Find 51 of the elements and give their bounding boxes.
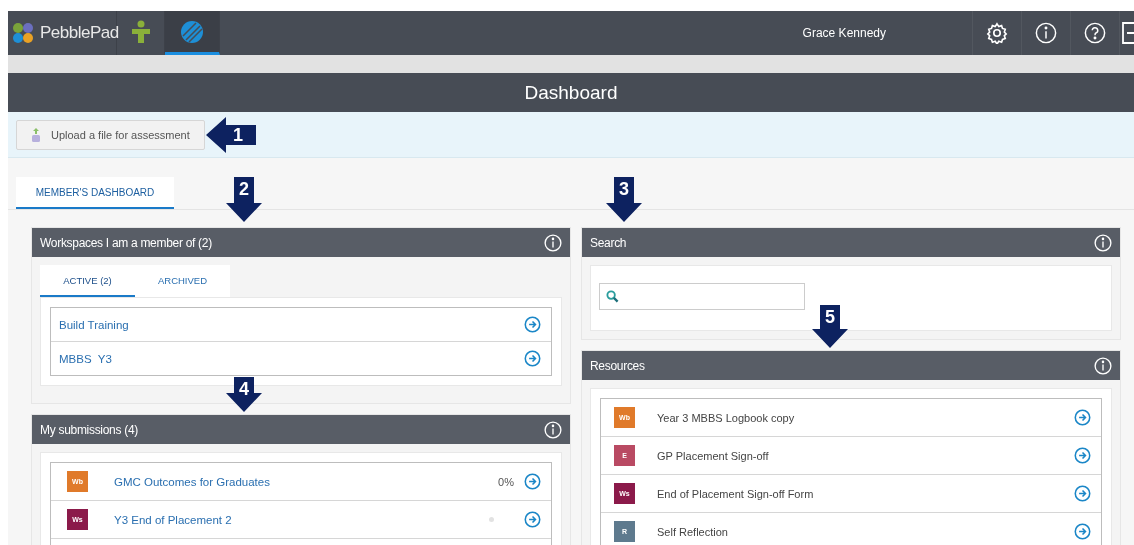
callout-arrow: 1 xyxy=(206,117,256,153)
info-icon[interactable] xyxy=(544,420,562,439)
info-icon[interactable] xyxy=(544,233,562,252)
callout-arrow: 4 xyxy=(226,377,262,412)
arrow-circle-icon[interactable] xyxy=(524,511,541,528)
arrow-circle-icon[interactable] xyxy=(1074,409,1091,426)
info-icon[interactable] xyxy=(1094,356,1112,375)
status-dot xyxy=(489,517,494,522)
progress-percent: 0% xyxy=(498,475,514,488)
panel-title: Workspaces I am a member of (2) xyxy=(40,235,212,250)
callout-arrow: 5 xyxy=(812,305,848,348)
submission-name[interactable]: Y3 End of Placement 2 xyxy=(114,513,489,526)
resource-name[interactable]: End of Placement Sign-off Form xyxy=(657,487,1074,500)
logout-icon xyxy=(1122,22,1134,44)
person-icon xyxy=(131,19,150,44)
striped-circle-icon xyxy=(180,19,204,44)
arrow-circle-icon[interactable] xyxy=(524,473,541,490)
resource-name[interactable]: Year 3 MBBS Logbook copy xyxy=(657,411,1074,424)
dashboard-title: Dashboard xyxy=(8,73,1134,112)
workspace-item[interactable]: Build Training xyxy=(51,308,551,342)
panel-title: Resources xyxy=(590,358,645,373)
settings-icon xyxy=(986,22,1008,44)
callout-arrow: 2 xyxy=(226,177,262,222)
resource-name[interactable]: Self Reflection xyxy=(657,525,1074,538)
help-icon xyxy=(1084,22,1106,44)
info-icon xyxy=(1035,22,1057,44)
dashboard-tab[interactable]: MEMBER'S DASHBOARD xyxy=(16,177,174,209)
panel-title: My submissions (4) xyxy=(40,422,138,437)
resource-name[interactable]: GP Placement Sign-off xyxy=(657,449,1074,462)
arrow-circle-icon[interactable] xyxy=(524,316,541,333)
upload-icon xyxy=(31,127,41,142)
info-icon[interactable] xyxy=(1094,233,1112,252)
upload-button[interactable]: Upload a file for assessment xyxy=(16,119,205,150)
callout-arrow: 3 xyxy=(606,177,642,222)
user-name[interactable]: Grace Kennedy xyxy=(802,26,886,40)
workspace-name[interactable]: Build Training xyxy=(59,318,524,331)
panel-title: Search xyxy=(590,235,627,250)
app-tab[interactable] xyxy=(165,11,220,55)
search-icon xyxy=(606,290,619,303)
arrow-circle-icon[interactable] xyxy=(1074,523,1091,540)
logo-icon xyxy=(12,22,34,44)
search-field[interactable] xyxy=(599,283,805,310)
brand-name: PebblePad xyxy=(40,23,119,43)
arrow-circle-icon[interactable] xyxy=(1074,447,1091,464)
arrow-circle-icon[interactable] xyxy=(1074,485,1091,502)
logout-button[interactable] xyxy=(1119,11,1134,55)
workspace-tab[interactable]: ARCHIVED xyxy=(135,265,230,297)
arrow-circle-icon[interactable] xyxy=(524,350,541,367)
workspace-name[interactable]: MBBS Y3 xyxy=(59,352,524,365)
submission-name[interactable]: GMC Outcomes for Graduates xyxy=(114,475,499,488)
workspace-item[interactable]: MBBS Y3 xyxy=(51,342,551,375)
